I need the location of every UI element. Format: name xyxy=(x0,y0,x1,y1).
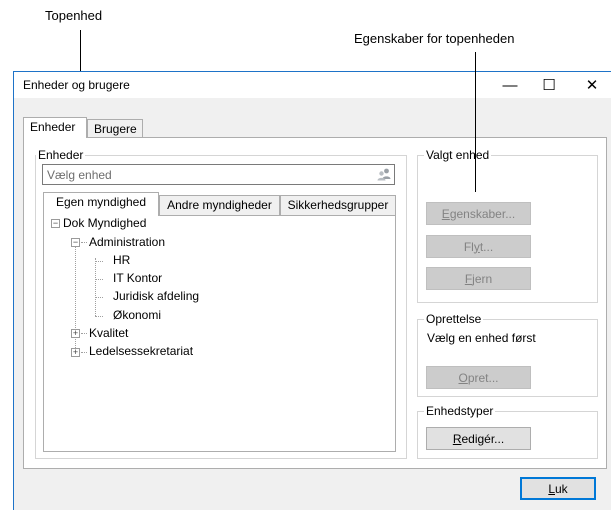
tree-node-juridisk-afdeling[interactable]: Juridisk afdeling xyxy=(113,289,199,303)
tab-enheder[interactable]: Enheder xyxy=(23,117,87,138)
minimize-button[interactable]: — xyxy=(493,72,527,98)
expand-collapse-icon[interactable]: + xyxy=(71,348,80,357)
tree-node-okonomi[interactable]: Økonomi xyxy=(113,308,161,322)
close-icon: ✕ xyxy=(585,77,599,94)
tree-line xyxy=(81,352,87,353)
accelerator-key: O xyxy=(458,370,468,385)
close-window-button[interactable]: ✕ xyxy=(575,72,609,98)
accelerator-key: E xyxy=(441,206,450,221)
tree-node-root[interactable]: Dok Myndighed xyxy=(63,216,146,230)
tree-node-administration[interactable]: Administration xyxy=(89,235,165,249)
tab-sikkerhedsgrupper[interactable]: Sikkerhedsgrupper xyxy=(280,195,396,216)
tab-egen-myndighed[interactable]: Egen myndighed xyxy=(43,192,159,216)
window-title: Enheder og brugere xyxy=(23,78,130,92)
maximize-button[interactable]: ☐ xyxy=(532,72,566,98)
maximize-icon: ☐ xyxy=(542,77,556,94)
selected-unit-group-label: Valgt enhed xyxy=(424,148,492,162)
tree-node-hr[interactable]: HR xyxy=(113,253,130,267)
button-text: edigér... xyxy=(461,431,505,446)
title-bar: Enheder og brugere — ☐ ✕ xyxy=(14,72,611,98)
tree-line xyxy=(95,316,103,317)
creation-group-label: Oprettelse xyxy=(424,312,484,326)
minimize-icon: — xyxy=(502,76,518,94)
tree-node-ledelsessekretariat[interactable]: Ledelsessekretariat xyxy=(89,344,193,358)
creation-message: Vælg en enhed først xyxy=(427,331,536,345)
tab-andre-myndigheder[interactable]: Andre myndigheder xyxy=(159,195,280,216)
tree-line xyxy=(95,279,103,280)
button-text: pret... xyxy=(467,370,499,385)
expand-collapse-icon[interactable]: + xyxy=(71,329,80,338)
unit-search-placeholder: Vælg enhed xyxy=(47,168,112,182)
properties-button[interactable]: Egenskaber... xyxy=(426,202,531,225)
button-text: Fl xyxy=(463,239,474,254)
dialog-window: Enheder og brugere — ☐ ✕ Enheder Brugere… xyxy=(13,71,611,510)
users-icon[interactable] xyxy=(377,168,391,181)
expand-collapse-icon[interactable]: − xyxy=(51,219,60,228)
tree-line xyxy=(95,258,96,316)
edit-unit-types-button[interactable]: Redigér... xyxy=(426,427,531,450)
annotation-line-properties xyxy=(475,52,476,192)
move-button[interactable]: Fl y t... xyxy=(426,235,531,258)
annotation-top-unit: Topenhed xyxy=(45,8,103,23)
unit-search-input[interactable]: Vælg enhed xyxy=(42,164,395,185)
button-text: uk xyxy=(555,481,568,496)
tree-node-kvalitet[interactable]: Kvalitet xyxy=(89,326,128,340)
close-button[interactable]: Luk xyxy=(520,477,596,500)
tree-line xyxy=(95,261,103,262)
tree-line xyxy=(81,242,87,243)
units-group-label: Enheder xyxy=(36,148,86,162)
button-text: genskaber... xyxy=(449,206,516,221)
tree-node-it-kontor[interactable]: IT Kontor xyxy=(113,271,162,285)
create-button[interactable]: Opret... xyxy=(426,366,531,389)
tree-line xyxy=(95,297,103,298)
button-text: t... xyxy=(479,239,494,254)
annotation-properties: Egenskaber for topenheden xyxy=(354,31,515,46)
accelerator-key: L xyxy=(548,481,555,496)
button-text: jern xyxy=(472,271,493,286)
unit-types-group-label: Enhedstyper xyxy=(424,404,496,418)
remove-button[interactable]: Fjern xyxy=(426,267,531,290)
accelerator-key: R xyxy=(452,431,462,446)
tab-brugere[interactable]: Brugere xyxy=(87,119,143,138)
tree-line xyxy=(81,333,87,334)
expand-collapse-icon[interactable]: − xyxy=(71,238,80,247)
